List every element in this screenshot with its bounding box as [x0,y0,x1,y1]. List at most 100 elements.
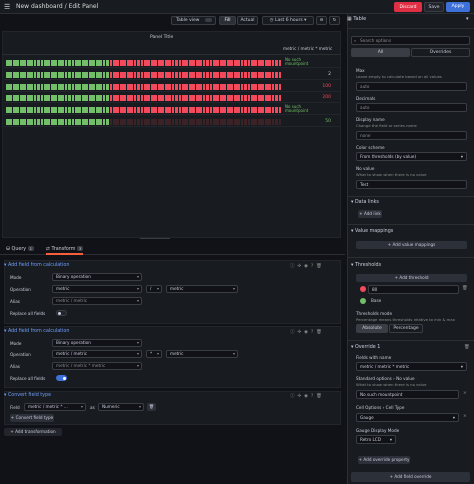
table-view-toggle[interactable]: Table view [171,16,216,25]
replace-all-toggle-2[interactable] [56,375,67,381]
tab-all[interactable]: All [351,48,410,57]
lcd-segment [247,60,251,66]
debug-icon[interactable]: ✣ [297,264,301,269]
table-view-switch[interactable] [205,18,212,22]
lcd-segment [26,107,30,114]
resize-handle[interactable] [140,238,170,239]
tab-query[interactable]: ⛁ Query 1 [6,246,35,255]
search-options-input[interactable]: ⌕ Search options [351,36,470,45]
actual-button[interactable]: Actual [237,16,258,25]
debug-icon[interactable]: ✣ [297,394,301,399]
convert-field-select[interactable]: metric / metric * ... [24,403,86,411]
add-override-property-button[interactable]: + Add override property [358,456,410,464]
info-icon[interactable]: ⓘ [290,330,295,335]
display-name-input[interactable]: none [356,131,467,140]
refresh-icon[interactable]: ↻ [329,16,340,25]
no-value-override-input[interactable]: No such mountpoint [356,390,459,399]
left-field-select-1[interactable]: metric [52,285,142,293]
lcd-segment [92,83,96,90]
lcd-segment [237,95,240,102]
mode-select-1[interactable]: Binary operation [52,273,142,281]
add-link-button[interactable]: + Add link [358,210,382,218]
trash-icon[interactable]: 🗑 [147,403,156,411]
lcd-segment [99,95,102,102]
operator-select-1[interactable]: / [146,285,162,293]
eye-icon[interactable]: ◉ [304,394,308,399]
section-data-links[interactable]: ▾ Data links [351,200,379,205]
chevron-down-icon[interactable]: ▾ [466,16,469,22]
info-icon[interactable]: ⓘ [290,394,295,399]
discard-button[interactable]: Discard [394,2,422,12]
threshold-color-green[interactable] [360,298,366,304]
lcd-segment [23,71,27,78]
gauge-display-select[interactable]: Retro LCD ▾ [356,435,396,444]
lcd-segment [47,119,51,125]
mode-select-2[interactable]: Binary operation [52,339,142,347]
tab-transform[interactable]: ⇄ Transform 3 [46,246,84,255]
close-icon[interactable]: × [463,414,467,419]
transform-header-1[interactable]: ▾ Add field from calculation [4,263,69,271]
cell-type-select[interactable]: Gauge ▾ [356,413,459,422]
lcd-segment [9,95,13,102]
add-convert-field-button[interactable]: + Convert field type [10,414,54,422]
add-field-override-button[interactable]: + Add field override [351,472,470,482]
max-input[interactable]: auto [356,82,467,91]
help-icon[interactable]: ? [311,394,313,399]
help-icon[interactable]: ? [311,264,313,269]
right-field-select-1[interactable]: metric [166,285,238,293]
fields-with-name-select[interactable]: metric / metric * metric ▾ [356,362,467,371]
transform-header-3[interactable]: ▾ Convert field type [4,393,51,401]
fill-button[interactable]: Fill [219,16,236,25]
lcd-segment [88,95,92,102]
lcd-segment [47,95,51,102]
lcd-segment [33,119,37,125]
color-scheme-select[interactable]: From thresholds (by value) ▾ [356,152,467,161]
alias-input-2[interactable]: metric / metric * metric [52,362,142,370]
debug-icon[interactable]: ✣ [297,330,301,335]
zoom-out-icon[interactable]: ⊖ [316,16,327,25]
trash-icon[interactable]: 🗑 [316,330,322,335]
operator-select-2[interactable]: * [146,350,162,358]
section-thresholds[interactable]: ▾ Thresholds [351,263,381,268]
lcd-segment [75,95,78,102]
eye-icon[interactable]: ◉ [304,330,308,335]
eye-icon[interactable]: ◉ [304,264,308,269]
lcd-segment [188,95,192,102]
time-range-picker[interactable]: ◷ Last 6 hours ▾ [262,16,314,25]
decimals-input[interactable]: auto [356,103,467,112]
help-icon[interactable]: ? [311,330,313,335]
add-value-mappings-button[interactable]: + Add value mappings [356,241,467,249]
left-field-select-2[interactable]: metric / metric [52,350,142,358]
trash-icon[interactable]: 🗑 [462,286,468,291]
table-row: 200 [4,93,341,104]
replace-all-toggle-1[interactable] [56,310,67,316]
alias-input-1[interactable]: metric / metric [52,297,142,305]
menu-icon[interactable]: ☰ [4,3,12,11]
lcd-segment [206,60,209,66]
transform-actions-2: ⓘ ✣ ◉ ? 🗑 [290,329,322,335]
mode-absolute-button[interactable]: Absolute [356,324,388,333]
viz-picker[interactable]: ▦ Table [347,16,366,22]
right-field-select-2[interactable]: metric [166,350,238,358]
column-header[interactable]: metric / metric * metric [283,46,332,51]
save-button[interactable]: Save [424,2,444,12]
override-1-header[interactable]: ▾ Override 1 [351,345,380,350]
trash-icon[interactable]: 🗑 [316,394,322,399]
lcd-segment [278,119,282,125]
trash-icon[interactable]: 🗑 [316,264,322,269]
no-value-input[interactable]: Test [356,180,467,189]
tab-overrides[interactable]: Overrides [411,48,470,57]
add-threshold-button[interactable]: + Add threshold [356,274,467,282]
mode-percentage-button[interactable]: Percentage [389,324,423,333]
info-icon[interactable]: ⓘ [290,264,295,269]
close-icon[interactable]: × [463,391,467,396]
convert-type-select[interactable]: Numeric [98,403,144,411]
trash-icon[interactable]: 🗑 [464,345,470,350]
transform-header-2[interactable]: ▾ Add field from calculation [4,329,69,337]
threshold-value-input[interactable]: 80 [368,285,459,294]
apply-button[interactable]: Apply [446,2,470,12]
add-transformation-button[interactable]: + Add transformation [4,428,62,436]
panel-title[interactable]: Panel Title [150,35,173,40]
section-value-mappings[interactable]: ▾ Value mappings [351,229,393,234]
threshold-color-red[interactable] [360,286,366,292]
